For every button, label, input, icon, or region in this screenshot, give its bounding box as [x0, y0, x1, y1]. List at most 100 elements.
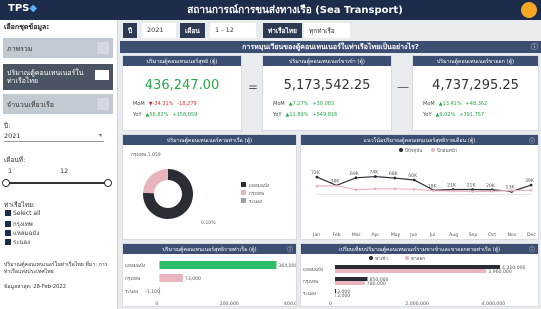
data-point: [529, 183, 533, 187]
sidebar-item-containers[interactable]: ปริมาณตู้คอนเทนเนอร์ในท่าเรือไทย: [3, 64, 113, 90]
compare-card: เปรียบเทียบปริมาณตู้คอนเทนเนอร์รวมขาเข้า…: [300, 243, 539, 307]
legend-label: ขาเข้า: [375, 256, 388, 262]
data-point: [315, 175, 319, 179]
data-point: [393, 176, 397, 180]
kpi-total-mom: MoM ▼-34.31% -18,279: [133, 101, 197, 107]
legend-label: กรุงเทพ: [249, 191, 264, 197]
legend-swatch: [431, 148, 435, 152]
x-tick-label: 0: [155, 301, 158, 307]
sidebar-item-trips[interactable]: จำนวนเที่ยวเรือ: [3, 94, 113, 114]
x-tick-label: 200,000: [220, 301, 239, 307]
data-point: [412, 187, 416, 191]
x-tick-label: Mar: [352, 232, 361, 238]
kpi-outbound-title: ปริมาณตู้คอนเทนเนอร์ขาออก (ตู้): [413, 56, 538, 66]
bar: [159, 274, 183, 282]
section-banner: การหมุนเวียนของตู้คอนเทนเนอร์ในท่าเรือไท…: [120, 41, 541, 53]
kpi-total-yoy: YoY ▲56.82% +158,059: [133, 112, 198, 118]
app-logo[interactable]: TPS◆: [8, 3, 37, 14]
info-icon[interactable]: ⓘ: [287, 245, 293, 254]
legend-label: ขาออก: [411, 257, 425, 262]
data-point: [393, 187, 397, 191]
checkbox-checked-icon: [5, 239, 11, 245]
top-bar: TPS◆ สถานการณ์การขนส่งทางเรือ (Sea Trans…: [0, 0, 541, 20]
kpi-outbound-value: 4,737,295.25: [432, 78, 519, 93]
x-tick-label: Jun: [409, 232, 417, 238]
data-label: 72K: [311, 170, 321, 176]
y-tick-label: ระนอง: [125, 289, 138, 295]
data-label: 780,000: [367, 281, 386, 287]
year-select[interactable]: 2021 ▾: [4, 132, 104, 142]
year-label: ปี:: [4, 122, 11, 130]
legend-swatch: [405, 256, 409, 260]
trend-card: แนวโน้มปริมาณตู้คอนเทนเนอร์สุทธิรายเดือน…: [300, 134, 539, 240]
sidebar-heading: เลือกชุดข้อมูล:: [4, 23, 50, 31]
x-tick-label: May: [391, 232, 401, 238]
y-tick-label: กรุงเทพ: [303, 279, 318, 285]
checkbox-checked-icon: [5, 221, 11, 227]
filter-year-tag: ปี: [123, 23, 138, 38]
data-label: -1,100: [145, 289, 160, 295]
port-bar-title: ปริมาณตู้คอนเทนเนอร์สุทธิรายท่าเรือ (ตู้…: [123, 244, 296, 254]
y-tick-label: แหลมฉบัง: [125, 262, 145, 269]
month-slider-max-handle[interactable]: [104, 179, 112, 187]
x-tick-label: Dec: [527, 232, 536, 238]
data-point: [373, 175, 377, 178]
data-point: [471, 190, 475, 193]
legend-label: ระนอง: [249, 199, 262, 205]
data-label: 38K: [330, 178, 340, 184]
data-label: 21K: [467, 183, 477, 189]
trend-title: แนวโน้มปริมาณตู้คอนเทนเนอร์สุทธิรายเดือน…: [301, 135, 538, 145]
sidebar-item-overview[interactable]: ภาพรวม: [3, 38, 113, 58]
updated-note: ข้อมูลล่าสุด: 28-Feb-2022: [4, 284, 67, 290]
bar: [335, 277, 368, 281]
data-label: 73,000: [185, 276, 201, 282]
ship-icon: [97, 98, 109, 110]
month-slider[interactable]: [2, 179, 112, 187]
filter-port-value[interactable]: ทุกท่าเรือ: [304, 23, 350, 38]
x-tick-label: Oct: [488, 232, 496, 238]
data-point: [529, 188, 533, 192]
x-tick-label: 0: [329, 301, 332, 307]
data-label: 60K: [408, 173, 418, 179]
x-tick-label: Feb: [332, 232, 340, 238]
trend-chart: 72K 38K 69K 74K 68K 60K 18K 21K 21K 20K 13K 39K ปีปั…: [311, 147, 536, 238]
donut-chart: กรุงเทพ 1,059 0.10% แหลมฉบังกรุงเทพระนอง: [131, 152, 269, 226]
port-bar-chart: แหลมฉบัง 364,000 กรุงเทพ 73,000 ระนอง -1,100 0…: [125, 261, 296, 307]
donut-annotation: กรุงเทพ 1,059: [131, 152, 161, 158]
kpi-outbound-card: ปริมาณตู้คอนเทนเนอร์ขาออก (ตู้) 4,737,29…: [412, 55, 539, 131]
month-slider-min-handle[interactable]: [2, 179, 10, 187]
data-label: 364,000: [278, 263, 296, 269]
series-line: [316, 175, 532, 193]
bar: [159, 261, 277, 269]
kpi-inbound-card: ปริมาณตู้คอนเทนเนอร์ขาเข้า (ตู้) 5,173,5…: [262, 55, 392, 131]
data-point: [373, 187, 377, 191]
y-tick-label: กรุงเทพ: [125, 276, 140, 282]
filter-port-tag: ท่าเรือไทย: [263, 23, 302, 38]
y-tick-label: ระนอง: [303, 291, 316, 297]
y-tick-label: แหลมฉบัง: [303, 266, 323, 273]
data-label: 68K: [389, 171, 399, 177]
bar: [335, 269, 487, 273]
month-min: 1: [8, 167, 13, 175]
x-tick-label: Sep: [469, 232, 478, 238]
x-tick-label: 2,000,000: [405, 301, 428, 307]
info-icon[interactable]: ⓘ: [529, 136, 535, 145]
donut-title: ปริมาณตู้คอนเทนเนอร์ตามท่าเรือ (ตู้): [123, 135, 296, 145]
app-title: สถานการณ์การขนส่งทางเรือ (Sea Transport): [187, 5, 403, 16]
data-label: 18K: [428, 183, 438, 189]
filter-year-value[interactable]: 2021: [142, 23, 176, 38]
checkbox-checked-icon: [5, 230, 11, 236]
avatar[interactable]: [521, 2, 537, 18]
filter-month-value[interactable]: 1 - 12: [210, 23, 256, 38]
equals-sign: =: [248, 80, 259, 94]
info-icon[interactable]: ⓘ: [531, 42, 538, 52]
port-checkbox-all[interactable]: Select all: [5, 210, 40, 217]
port-checkbox-ranong[interactable]: ระนอง: [5, 237, 30, 247]
legend-label: แหลมฉบัง: [249, 182, 269, 189]
filter-bar: ปี 2021 เดือน 1 - 12 ท่าเรือไทย ทุกท่าเร…: [120, 20, 541, 41]
data-point: [490, 189, 494, 193]
x-tick-label: Jan: [312, 232, 320, 238]
kpi-outbound-mom: MoM ▲13.41% +48,362: [423, 101, 488, 107]
compare-bar-chart: ขาเข้า ขาออกแหลมฉบัง 4,320,0003,960,000กรุ…: [303, 256, 525, 307]
info-icon[interactable]: ⓘ: [529, 245, 535, 254]
